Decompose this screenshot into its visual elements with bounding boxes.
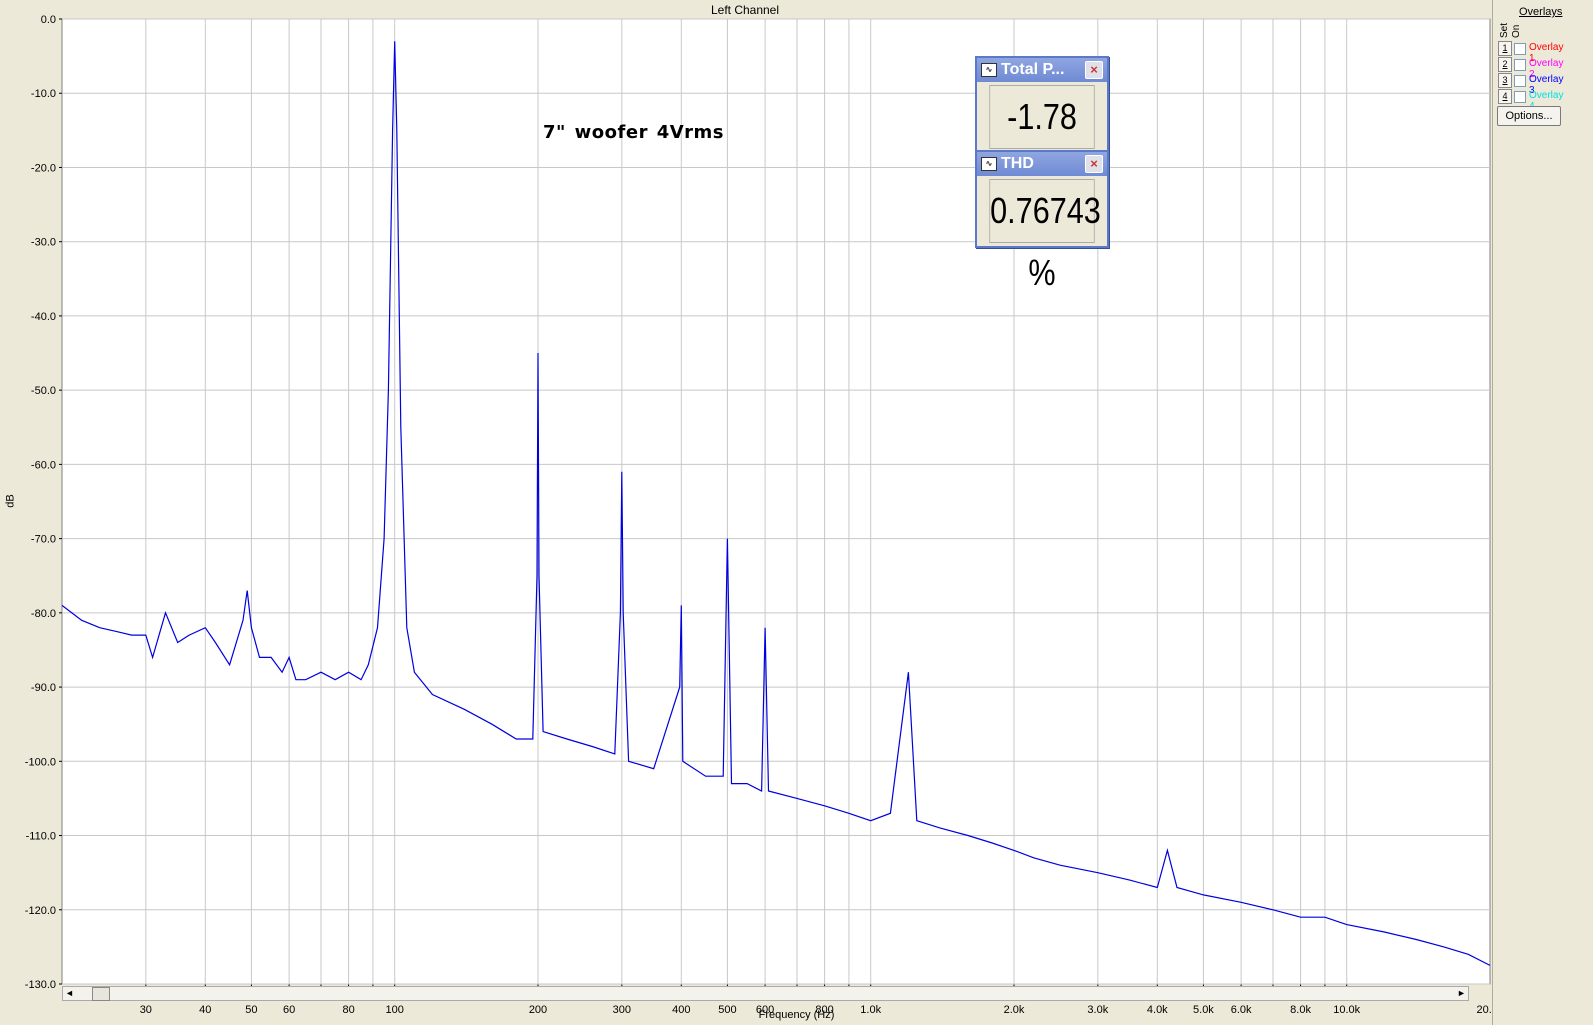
overlay-checkbox[interactable] [1514,59,1526,71]
meter-titlebar[interactable]: ∿ THD × [977,152,1107,176]
scroll-thumb[interactable] [92,987,110,1001]
horizontal-scrollbar[interactable]: ◄ ► [62,986,1469,1001]
y-tick-label: -90.0 [31,682,56,694]
on-column-header: On [1511,24,1522,38]
plot-area [61,18,1491,985]
scroll-left-arrow-icon[interactable]: ◄ [63,987,76,1000]
y-tick-label: -40.0 [31,311,56,323]
set-column-header: Set [1499,22,1510,38]
y-axis-label: dB [4,494,17,508]
analyzer-window: 0.0 -10.0 -20.0 -30.0 -40.0 -50.0 -60.0 -70.0 -8… [0,0,1593,1025]
overlay-set-button[interactable]: 4 [1498,89,1512,104]
y-tick-label: -60.0 [31,459,56,471]
meter-value: -1.78 dB [989,85,1095,199]
y-tick-label: -30.0 [31,237,56,249]
overlay-set-button[interactable]: 2 [1498,57,1512,72]
y-tick-label: -70.0 [31,534,56,546]
overlay-checkbox[interactable] [1514,43,1526,55]
y-tick-label: -130.0 [25,979,56,991]
y-tick-label: -110.0 [26,831,56,843]
thd-meter[interactable]: ∿ THD × 0.76743 % [975,150,1109,293]
close-icon[interactable]: × [1085,61,1103,79]
close-icon[interactable]: × [1085,155,1103,173]
spectrum-chart: 0.0-10.0-20.0-30.0-40.0-50.0-60.0-70.0-8… [25,14,1504,1016]
y-tick-label: -100.0 [25,756,56,768]
waveform-icon: ∿ [981,157,997,171]
meter-title: Total P... [1001,61,1065,78]
x-axis-label: Frequency (Hz) [758,1009,835,1021]
y-tick-label: -50.0 [31,385,56,397]
options-button[interactable]: Options... [1497,106,1561,126]
y-tick-label: -20.0 [31,162,56,174]
y-tick-label: -80.0 [31,608,56,620]
y-tick-label: -10.0 [31,88,56,100]
overlays-panel: Overlays Set On 1 Overlay 1 2 Overlay 2 … [1492,0,1593,1025]
overlay-set-button[interactable]: 3 [1498,73,1512,88]
scroll-right-arrow-icon[interactable]: ► [1455,987,1468,1000]
meter-title: THD [1001,155,1034,172]
overlay-checkbox[interactable] [1514,91,1526,103]
overlay-checkbox[interactable] [1514,75,1526,87]
chart-title: Left Channel [710,3,780,17]
overlay-set-button[interactable]: 1 [1498,41,1512,56]
meter-titlebar[interactable]: ∿ Total P... × [977,58,1107,82]
total-power-meter[interactable]: ∿ Total P... × -1.78 dB [975,56,1109,199]
waveform-icon: ∿ [981,63,997,77]
meter-value: 0.76743 % [989,179,1101,293]
y-tick-label: -120.0 [25,905,56,917]
overlays-title: Overlays [1519,6,1563,18]
chart-annotation: 7" woofer 4Vrms [543,122,725,143]
